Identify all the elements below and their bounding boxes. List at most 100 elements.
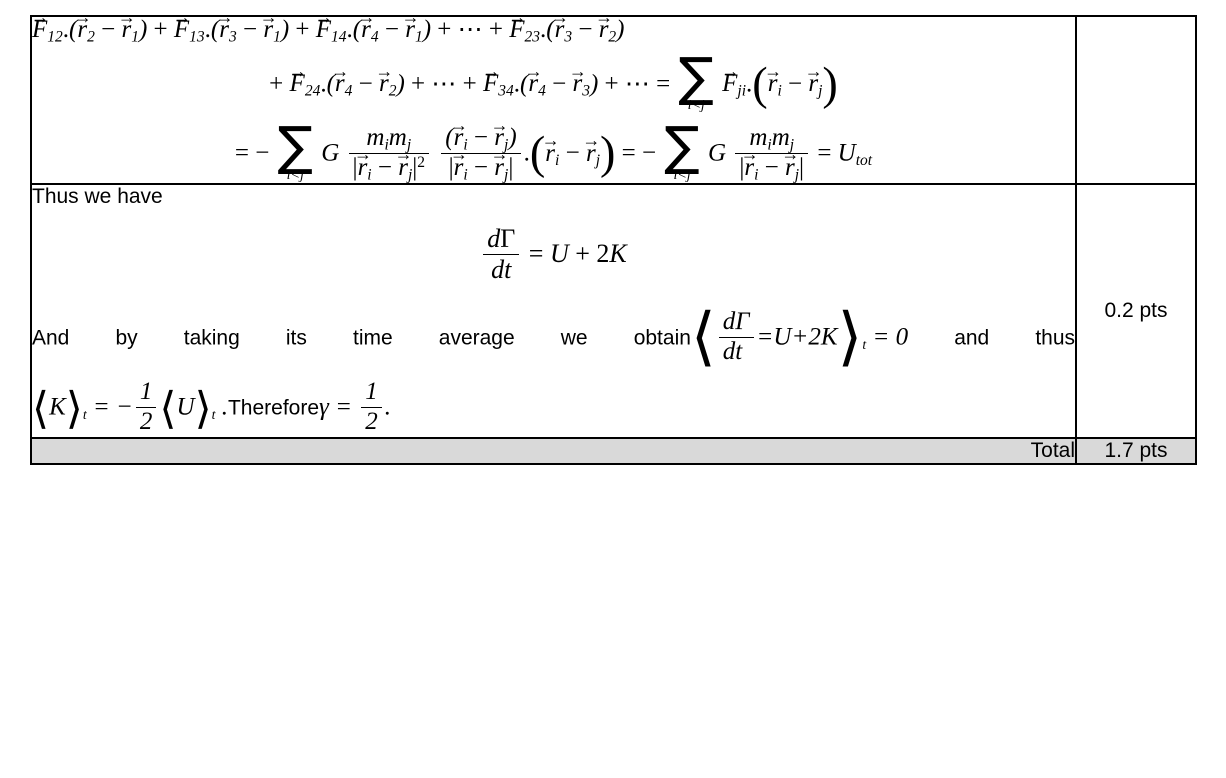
math-sub-3: 3 — [582, 82, 590, 100]
vector-arrow-icon: → — [764, 60, 782, 81]
summation-symbol: ∑ i<j — [679, 51, 714, 113]
math-sub-14: 14 — [331, 28, 347, 46]
points-cell-empty — [1075, 14, 1197, 186]
derivation-cell: → F12.(→ r2 − → r1) + → F13.(→ r3 − → r1) + → F… — [30, 6, 1077, 186]
right-paren: ) — [822, 58, 838, 110]
math-minus: − — [377, 153, 392, 181]
vector-arrow-icon: → — [314, 6, 333, 27]
fraction-one-half: 12 — [361, 379, 382, 435]
math-sub-1: 1 — [414, 28, 423, 46]
math-sub-4: 4 — [538, 82, 546, 100]
grading-rubric-table: → F12.(→ r2 − → r1) + → F13.(→ r3 − → r1) + → F… — [30, 6, 1197, 466]
vector-arrow-icon: → — [804, 60, 823, 81]
fraction-denominator: 2 — [135, 406, 157, 436]
math-minus: − — [255, 139, 270, 167]
abs-bar-right: | — [508, 153, 514, 181]
final-equation-gamma: γ = 12. — [319, 379, 391, 437]
points-cell-conclusion: 0.2 pts — [1075, 183, 1197, 440]
math-equals: = — [817, 139, 832, 167]
fraction-denominator: 2 — [361, 406, 382, 436]
math-plus: + — [575, 239, 590, 269]
vector-arrow-icon: → — [550, 6, 569, 27]
word-we: we — [560, 326, 588, 350]
math-plus: + — [791, 323, 809, 351]
word-and: And — [32, 326, 70, 350]
vector-arrow-icon: → — [482, 60, 500, 81]
vector-arrow-icon: → — [781, 144, 800, 165]
fraction-denominator: dt — [718, 336, 754, 366]
vector-arrow-icon: → — [331, 60, 349, 81]
right-angle-bracket: ⟩ — [194, 382, 212, 434]
right-angle-bracket: ⟩ — [65, 382, 83, 434]
math-dot: . — [513, 70, 521, 98]
fraction-numerator: dΓ — [483, 225, 519, 254]
fraction-numerator: 1 — [365, 378, 378, 406]
math-dot: . — [62, 16, 70, 43]
math-minus: − — [473, 153, 489, 181]
math-minus: − — [242, 16, 258, 43]
math-minus: − — [473, 124, 489, 152]
math-equals: = — [92, 393, 110, 421]
math-plus: + — [269, 70, 284, 98]
math-sub-1: 1 — [273, 28, 281, 46]
math-equals: = — [234, 139, 249, 167]
vector-arrow-icon: → — [173, 6, 191, 27]
vector-arrow-icon: → — [541, 130, 560, 151]
math-token-K: K — [49, 393, 66, 421]
math-token-Gamma: Γ — [500, 224, 516, 254]
word-thus: thus — [1035, 326, 1076, 350]
vector-arrow-icon: → — [259, 6, 278, 27]
math-token-2: 2 — [808, 323, 821, 351]
word-its: its — [285, 326, 307, 350]
math-sub-12: 12 — [47, 28, 63, 46]
math-exponent-2: 2 — [417, 153, 426, 171]
math-minus: − — [642, 139, 657, 167]
math-period: . — [384, 393, 391, 421]
math-sub-t: t — [211, 407, 216, 423]
math-sub-3: 3 — [564, 28, 573, 46]
display-equation-virial: dΓ dt = U + 2K — [32, 225, 1075, 285]
word-taking: taking — [183, 326, 240, 350]
math-ellipsis: ⋯ — [431, 70, 457, 98]
left-angle-bracket: ⟨ — [32, 382, 50, 434]
vector-arrow-icon: → — [582, 130, 600, 151]
vector-arrow-icon: → — [490, 114, 509, 135]
total-label: Total — [30, 437, 1077, 466]
right-paren: ) — [600, 128, 616, 180]
inline-equation-time-average: ⟨ dΓ dt =U+2K⟩t = 0 — [691, 305, 908, 369]
vector-arrow-icon: → — [568, 60, 587, 81]
vector-arrow-icon: → — [394, 144, 413, 165]
vector-arrow-icon: → — [357, 6, 376, 27]
math-dot: . — [346, 16, 353, 43]
math-token-G: G — [708, 139, 727, 167]
vector-arrow-icon: → — [375, 60, 394, 81]
math-minus: − — [358, 70, 373, 98]
math-minus: − — [384, 16, 399, 43]
math-equals: = — [756, 323, 774, 351]
vector-arrow-icon: → — [401, 6, 420, 27]
math-dot: . — [320, 70, 327, 98]
math-minus: − — [788, 70, 803, 98]
equation-line-1: → F12.(→ r2 − → r1) + → F13.(→ r3 − → r1) + → F… — [31, 6, 625, 46]
fraction-denominator: | → ri − → rj| — [441, 145, 521, 183]
math-token-2: 2 — [596, 239, 610, 269]
equation-line-2: + → F24.(→ r4 − → r2) + ⋯ + → F34.(→ r4 − → r3… — [269, 46, 838, 114]
vector-arrow-icon: → — [450, 144, 468, 165]
math-token-K: K — [820, 323, 838, 351]
equation-line-3: = − ∑ i<j G mimj | → ri − → rj|2 (→ ri − → rj)… — [32, 116, 1075, 183]
math-token-t: t — [735, 337, 743, 365]
math-token-d: d — [722, 308, 736, 336]
fraction-denominator: | → ri − → rj|2 — [348, 145, 430, 182]
fraction-mass-over-dist: mimj | → ri − → rj| — [735, 124, 809, 182]
math-sub-23: 23 — [524, 28, 541, 46]
math-plus: + — [604, 70, 619, 98]
intro-text: Thus we have — [32, 185, 163, 209]
math-sub-i: i — [555, 152, 560, 170]
math-sub-t: t — [82, 407, 87, 423]
total-row: Total 1.7 pts — [30, 437, 1197, 466]
math-equals: = — [621, 139, 636, 167]
vector-arrow-icon: → — [288, 60, 307, 81]
sigma-icon: ∑ — [664, 116, 700, 178]
math-sub-i: i — [463, 165, 468, 183]
math-plus: + — [411, 70, 426, 98]
